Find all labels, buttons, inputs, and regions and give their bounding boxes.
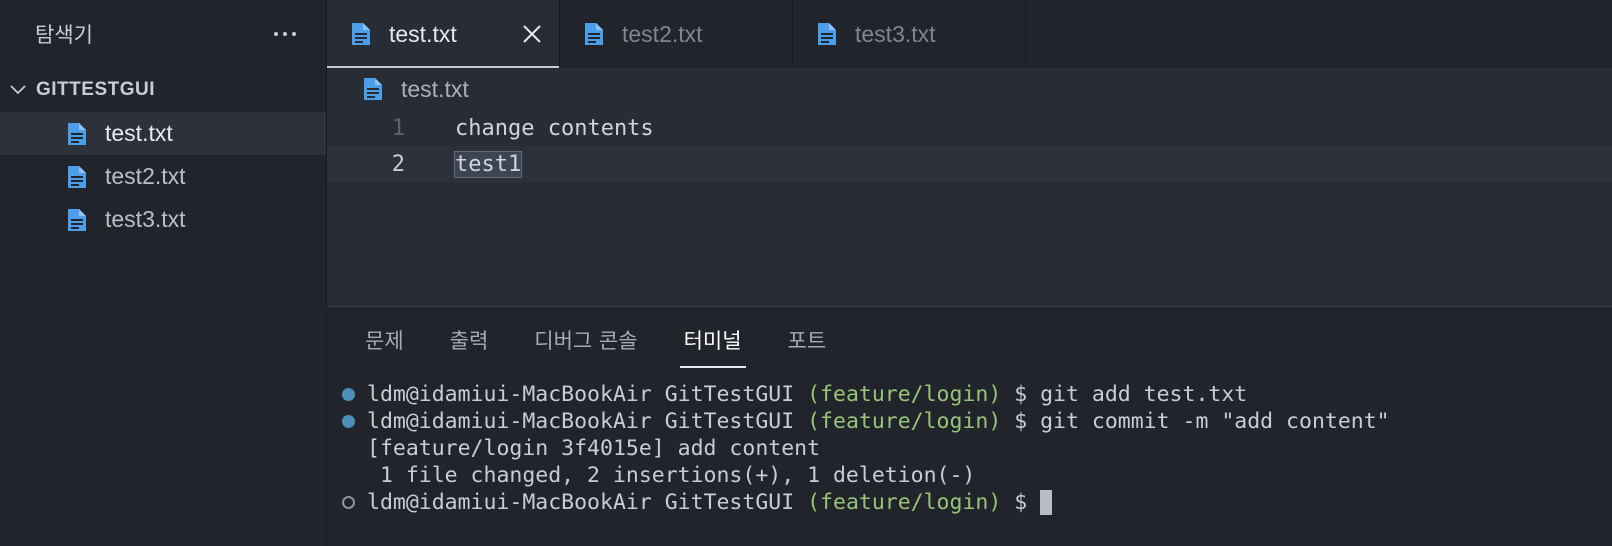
file-text-icon	[68, 165, 86, 188]
sidebar-file-label: test2.txt	[105, 163, 186, 189]
terminal-output-text: [feature/login 3f4015e] add content	[367, 436, 821, 461]
terminal-line: ldm@idamiui-MacBookAir GitTestGUI (featu…	[327, 489, 1612, 516]
file-text-icon	[364, 78, 382, 100]
sidebar-file-label: test3.txt	[105, 206, 186, 232]
file-text-icon	[585, 23, 603, 45]
tab-test[interactable]: test.txt	[327, 0, 560, 68]
terminal-line: ldm@idamiui-MacBookAir GitTestGUI (featu…	[327, 381, 1612, 408]
code-line-current[interactable]: 2 test1	[327, 146, 1612, 182]
code-text-selected: test1	[453, 150, 523, 178]
terminal-branch: (feature/login)	[807, 382, 1002, 407]
line-number: 1	[391, 115, 405, 141]
terminal-line: ldm@idamiui-MacBookAir GitTestGUI (featu…	[327, 408, 1612, 435]
bottom-panel: 문제 출력 디버그 콘솔 터미널 포트 ldm@idamiui-MacBookA…	[327, 306, 1612, 546]
code-text: change contents	[455, 115, 654, 141]
command-success-icon[interactable]	[342, 388, 355, 401]
terminal-prompt: ldm@idamiui-MacBookAir GitTestGUI	[367, 409, 808, 434]
explorer-sidebar: 탐색기 GITTESTGUI test.txt test2.txt test3.…	[0, 0, 327, 546]
file-text-icon	[352, 23, 370, 45]
panel-tab-debug-console[interactable]: 디버그 콘솔	[534, 307, 637, 373]
tab-label: test2.txt	[622, 20, 703, 47]
breadcrumb[interactable]: test.txt	[327, 68, 1612, 110]
panel-tabs: 문제 출력 디버그 콘솔 터미널 포트	[327, 307, 1612, 373]
tab-label: test.txt	[389, 20, 457, 47]
close-icon[interactable]	[521, 23, 543, 45]
terminal-output: [feature/login 3f4015e] add content	[327, 435, 1612, 462]
sidebar-file-test3[interactable]: test3.txt	[0, 198, 326, 241]
command-success-icon[interactable]	[342, 415, 355, 428]
folder-gittestgui[interactable]: GITTESTGUI	[0, 68, 326, 112]
terminal-cursor	[1040, 490, 1053, 515]
line-number: 2	[391, 151, 405, 177]
sidebar-file-test2[interactable]: test2.txt	[0, 155, 326, 198]
terminal-prompt: ldm@idamiui-MacBookAir GitTestGUI	[367, 382, 808, 407]
terminal-branch: (feature/login)	[807, 490, 1002, 515]
editor-area[interactable]: test.txt 1 change contents 2 test1	[327, 68, 1612, 306]
command-pending-icon	[342, 496, 355, 509]
terminal-command: $	[1001, 490, 1041, 515]
terminal-output: 1 file changed, 2 insertions(+), 1 delet…	[327, 462, 1612, 489]
file-text-icon	[818, 23, 836, 45]
more-actions-icon[interactable]	[274, 32, 296, 36]
editor-tab-bar: test.txt test2.txt test3.txt	[327, 0, 1612, 68]
terminal[interactable]: ldm@idamiui-MacBookAir GitTestGUI (featu…	[327, 381, 1612, 516]
breadcrumb-label: test.txt	[401, 75, 469, 102]
panel-tab-problems[interactable]: 문제	[365, 307, 404, 373]
terminal-branch: (feature/login)	[807, 409, 1002, 434]
panel-tab-output[interactable]: 출력	[450, 307, 489, 373]
chevron-down-icon	[10, 85, 26, 95]
panel-tab-ports[interactable]: 포트	[788, 307, 827, 373]
sidebar-file-label: test.txt	[105, 120, 173, 146]
tab-test3[interactable]: test3.txt	[793, 0, 1026, 68]
tab-test2[interactable]: test2.txt	[560, 0, 793, 68]
tab-label: test3.txt	[855, 20, 936, 47]
folder-label: GITTESTGUI	[36, 79, 155, 100]
terminal-command: $ git commit -m "add content"	[1001, 409, 1390, 434]
terminal-command: $ git add test.txt	[1001, 382, 1248, 407]
panel-tab-terminal[interactable]: 터미널	[679, 307, 746, 373]
sidebar-file-test[interactable]: test.txt	[0, 112, 326, 155]
terminal-output-text: 1 file changed, 2 insertions(+), 1 delet…	[367, 463, 976, 488]
terminal-prompt: ldm@idamiui-MacBookAir GitTestGUI	[367, 490, 808, 515]
code-line[interactable]: 1 change contents	[327, 110, 1612, 146]
file-text-icon	[68, 122, 86, 145]
sidebar-header: 탐색기	[0, 0, 326, 68]
file-text-icon	[68, 208, 86, 231]
sidebar-title: 탐색기	[35, 23, 93, 47]
